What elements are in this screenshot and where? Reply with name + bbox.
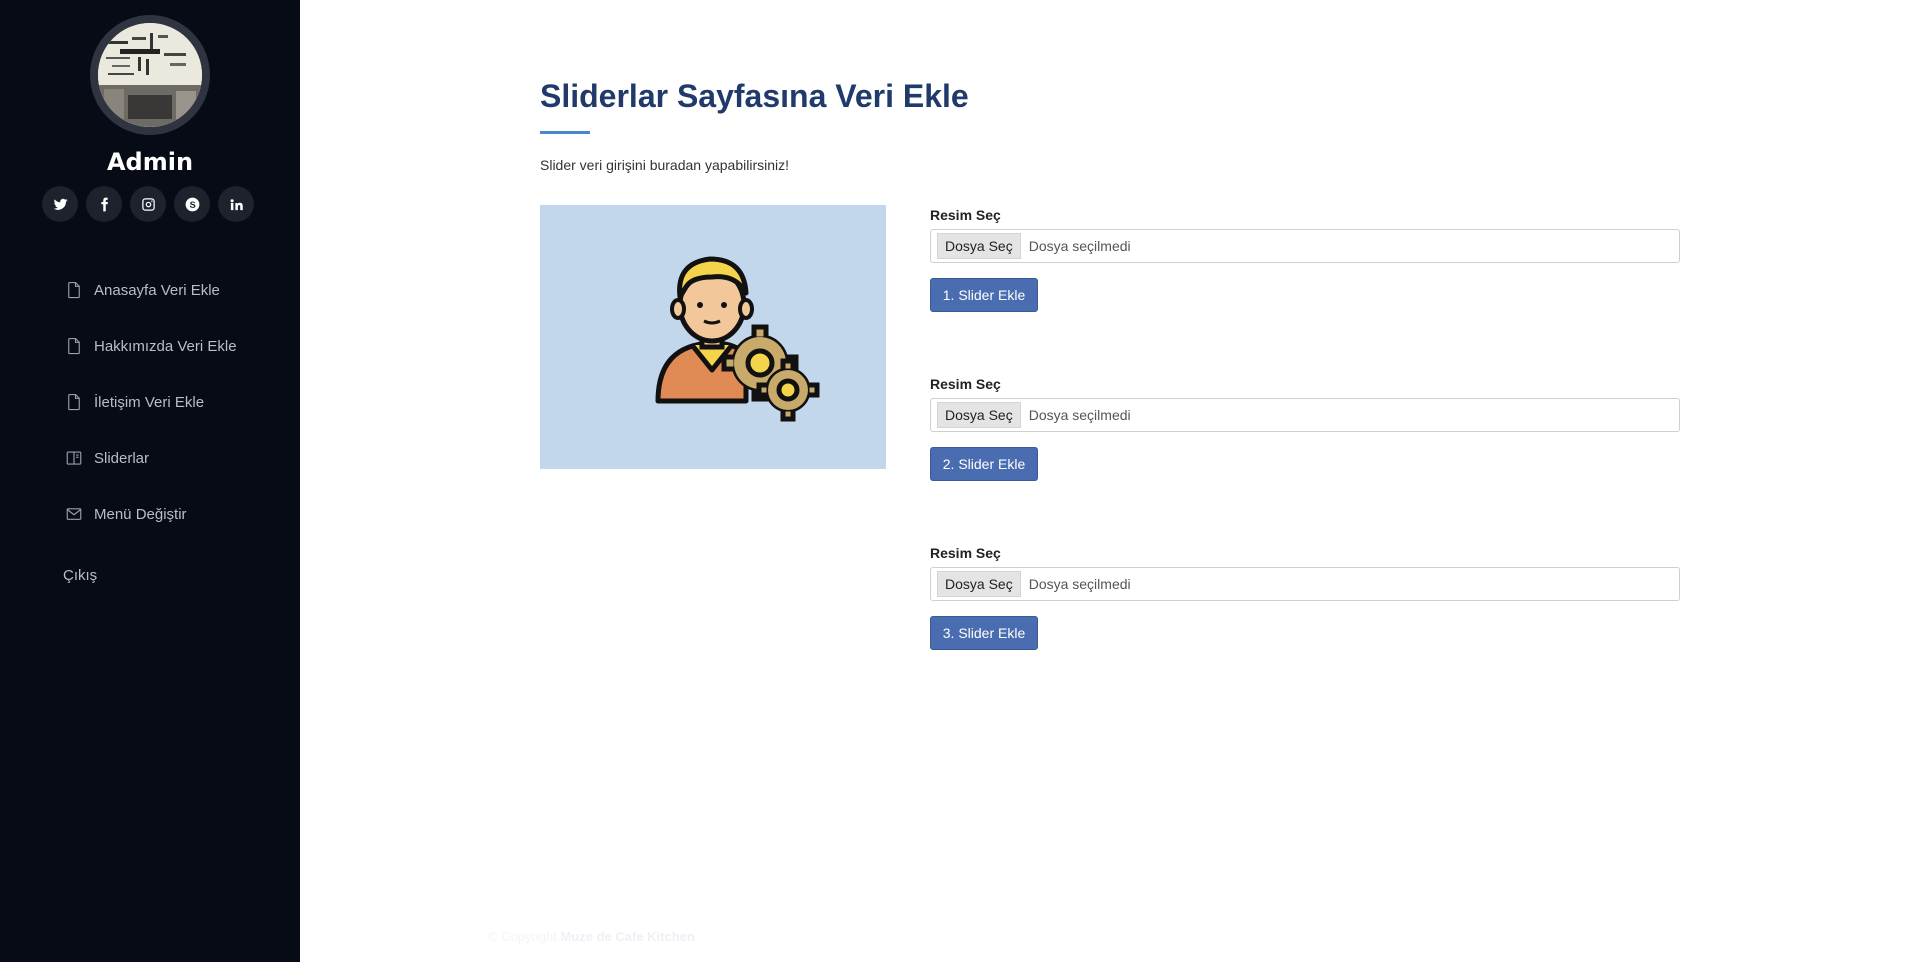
sidebar-item-iletisim[interactable]: İletişim Veri Ekle	[64, 374, 237, 430]
instagram-icon[interactable]	[130, 186, 166, 222]
file-input[interactable]: Dosya Seç Dosya seçilmedi	[930, 567, 1680, 601]
choose-file-button[interactable]: Dosya Seç	[937, 233, 1021, 259]
sidebar-item-hakkimizda[interactable]: Hakkımızda Veri Ekle	[64, 318, 237, 374]
avatar-image	[98, 23, 202, 127]
file-icon	[64, 336, 84, 356]
file-icon	[64, 392, 84, 412]
file-icon	[64, 280, 84, 300]
image-select-label: Resim Seç	[930, 376, 1001, 392]
file-status: Dosya seçilmedi	[1028, 407, 1131, 423]
admin-name: Admin	[106, 148, 194, 176]
sidebar-item-label: Anasayfa Veri Ekle	[94, 281, 220, 299]
sidebar-item-label: Menü Değiştir	[94, 505, 187, 523]
copyright-prefix: © Copyright	[488, 929, 557, 944]
file-input[interactable]: Dosya Seç Dosya seçilmedi	[930, 398, 1680, 432]
slider-preview-image	[540, 205, 886, 469]
twitter-icon[interactable]	[42, 186, 78, 222]
social-links	[42, 186, 254, 222]
add-slider-3-button[interactable]: 3. Slider Ekle	[930, 616, 1038, 650]
title-underline	[540, 131, 590, 134]
slider-form-3: Resim Seç Dosya Seç Dosya seçilmedi 3. S…	[930, 545, 1680, 650]
facebook-icon[interactable]	[86, 186, 122, 222]
engineer-gear-icon	[655, 256, 820, 422]
slider-form-1: Resim Seç Dosya Seç Dosya seçilmedi 1. S…	[930, 207, 1680, 312]
file-status: Dosya seçilmedi	[1028, 576, 1131, 592]
envelope-icon	[64, 504, 84, 524]
book-icon	[64, 448, 84, 468]
sidebar: Admin Anasayfa Veri Ekle Hakkımızda Veri…	[0, 0, 300, 962]
choose-file-button[interactable]: Dosya Seç	[937, 402, 1021, 428]
choose-file-button[interactable]: Dosya Seç	[937, 571, 1021, 597]
slider-form-2: Resim Seç Dosya Seç Dosya seçilmedi 2. S…	[930, 376, 1680, 481]
add-slider-1-button[interactable]: 1. Slider Ekle	[930, 278, 1038, 312]
page-title: Sliderlar Sayfasına Veri Ekle	[540, 78, 969, 114]
sidebar-item-label: İletişim Veri Ekle	[94, 393, 205, 411]
sidebar-item-label: Hakkımızda Veri Ekle	[94, 337, 237, 355]
skype-icon[interactable]	[174, 186, 210, 222]
avatar	[90, 15, 210, 135]
linkedin-icon[interactable]	[218, 186, 254, 222]
sidebar-nav: Anasayfa Veri Ekle Hakkımızda Veri Ekle …	[64, 262, 237, 542]
image-select-label: Resim Seç	[930, 207, 1001, 223]
logout-link[interactable]: Çıkış	[63, 567, 97, 584]
copyright-brand: Muze de Cafe Kitchen	[560, 929, 695, 944]
sidebar-item-sliderlar[interactable]: Sliderlar	[64, 430, 237, 486]
sidebar-item-label: Sliderlar	[94, 449, 150, 467]
page-subtitle: Slider veri girişini buradan yapabilirsi…	[540, 157, 789, 173]
add-slider-2-button[interactable]: 2. Slider Ekle	[930, 447, 1038, 481]
footer-copyright: © Copyright Muze de Cafe Kitchen	[488, 929, 695, 944]
sidebar-item-anasayfa[interactable]: Anasayfa Veri Ekle	[64, 262, 237, 318]
file-input[interactable]: Dosya Seç Dosya seçilmedi	[930, 229, 1680, 263]
file-status: Dosya seçilmedi	[1028, 238, 1131, 254]
image-select-label: Resim Seç	[930, 545, 1001, 561]
sidebar-item-menu[interactable]: Menü Değiştir	[64, 486, 237, 542]
